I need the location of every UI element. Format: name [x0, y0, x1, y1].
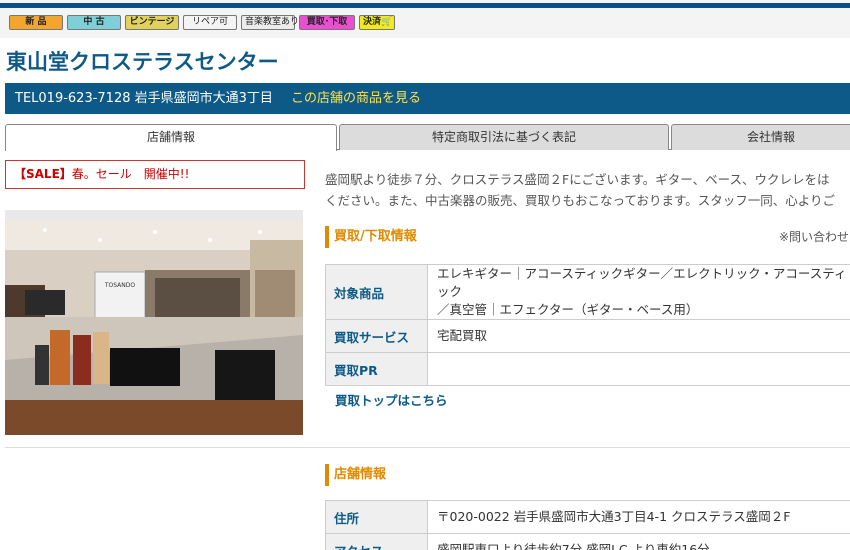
badge-list: 新 品 中 古 ビンテージ リペア可 音楽教室あり 買取･下取 決済🛒: [9, 15, 395, 30]
badge-buyback: 買取･下取: [299, 15, 355, 30]
tab-bar: 店舗情報 特定商取引法に基づく表記 会社情報: [5, 124, 850, 151]
row-label-buy-pr: 買取PR: [325, 352, 428, 386]
badge-vintage: ビンテージ: [125, 15, 179, 30]
row-value-address: 〒020-0022 岩手県盛岡市大通3丁目4-1 クロステラス盛岡２F: [427, 500, 850, 534]
cart-icon: 🛒: [381, 17, 393, 27]
store-products-link[interactable]: この店舗の商品を見る: [291, 91, 421, 106]
tab-commerce-law[interactable]: 特定商取引法に基づく表記: [339, 124, 669, 150]
page-title: 東山堂クロステラスセンター: [6, 50, 279, 74]
tab-store-info[interactable]: 店舗情報: [5, 124, 337, 151]
top-bar: 新 品 中 古 ビンテージ リペア可 音楽教室あり 買取･下取 決済🛒: [0, 0, 850, 38]
sale-tag: 【SALE】: [14, 167, 72, 181]
row-value-buy-pr: [427, 352, 850, 386]
row-label-buy-service: 買取サービス: [325, 319, 428, 353]
section-divider: [5, 447, 850, 448]
store-info-table: 住所 〒020-0022 岩手県盛岡市大通3丁目4-1 クロステラス盛岡２F ア…: [325, 500, 850, 550]
badge-payment-label: 決済: [363, 17, 382, 27]
value-line: ／真空管｜エフェクター（ギター・ベース用）: [437, 302, 699, 317]
store-sign-text: TOSANDO: [104, 282, 136, 289]
table-row: 住所 〒020-0022 岩手県盛岡市大通3丁目4-1 クロステラス盛岡２F: [325, 500, 850, 534]
store-photo-image: TOSANDO: [5, 210, 303, 435]
badge-used: 中 古: [67, 15, 121, 30]
row-value-target-products: エレキギター｜アコースティックギター／エレクトリック・アコースティック ／真空管…: [427, 264, 850, 320]
buyback-table: 対象商品 エレキギター｜アコースティックギター／エレクトリック・アコースティック…: [325, 264, 850, 386]
table-row: 買取サービス 宅配買取: [325, 319, 850, 353]
description-line: ください。また、中古楽器の販売、買取りもおこなっております。スタッフ一同、心より…: [325, 193, 836, 208]
top-stripe: [0, 3, 850, 8]
store-contact: TEL019-623-7128 岩手県盛岡市大通3丁目: [15, 91, 273, 106]
table-row: 買取PR: [325, 352, 850, 386]
sale-text: 春。セール 開催中!!: [71, 167, 190, 181]
tab-company-info[interactable]: 会社情報: [671, 124, 850, 150]
value-line: エレキギター｜アコースティックギター／エレクトリック・アコースティック: [437, 266, 847, 299]
table-row: アクセス 盛岡駅東口より徒歩約7分 盛岡I.C.より車約16分: [325, 533, 850, 550]
store-photo: TOSANDO: [5, 210, 303, 435]
buyback-top-link[interactable]: 買取トップはこちら: [335, 390, 448, 409]
badge-payment: 決済🛒: [359, 15, 395, 30]
badge-repair: リペア可: [183, 15, 237, 30]
row-label-access: アクセス: [325, 533, 428, 550]
row-label-address: 住所: [325, 500, 428, 534]
buyback-section-title: 買取/下取情報: [325, 226, 417, 248]
badge-new: 新 品: [9, 15, 63, 30]
store-info-section-title: 店舗情報: [325, 464, 386, 486]
description-line: 盛岡駅より徒歩７分、クロステラス盛岡２Fにございます。ギター、ベース、ウクレレを…: [325, 172, 830, 187]
row-value-buy-service: 宅配買取: [427, 319, 850, 353]
badge-music-lesson: 音楽教室あり: [241, 15, 299, 30]
store-contact-bar: TEL019-623-7128 岩手県盛岡市大通3丁目 この店舗の商品を見る: [5, 83, 850, 114]
store-description: 盛岡駅より徒歩７分、クロステラス盛岡２Fにございます。ギター、ベース、ウクレレを…: [325, 169, 850, 211]
row-label-target-products: 対象商品: [325, 264, 428, 320]
sale-banner[interactable]: 【SALE】春。セール 開催中!!: [5, 160, 305, 189]
table-row: 対象商品 エレキギター｜アコースティックギター／エレクトリック・アコースティック…: [325, 264, 850, 320]
buyback-note: ※問い合わせ: [779, 230, 850, 244]
row-value-access: 盛岡駅東口より徒歩約7分 盛岡I.C.より車約16分: [427, 533, 850, 550]
